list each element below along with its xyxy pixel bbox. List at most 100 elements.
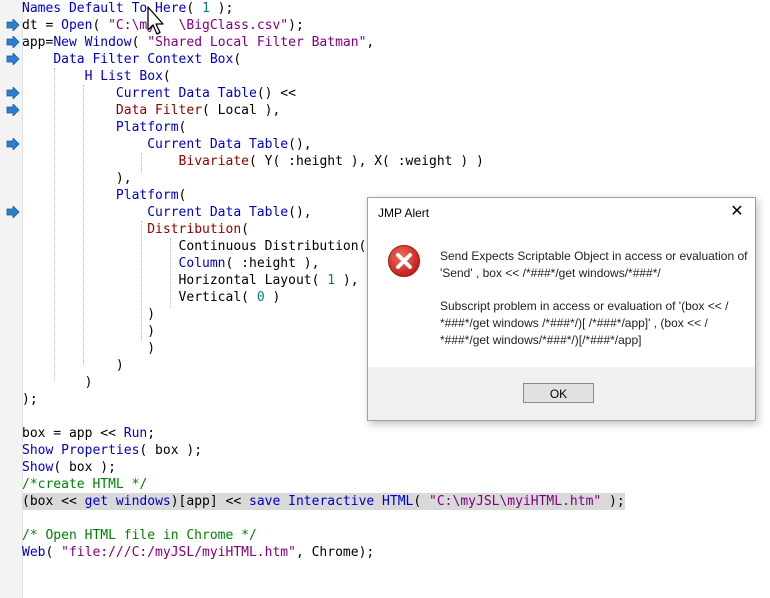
code-line[interactable]: ) bbox=[22, 306, 155, 323]
code-token: Vertical( bbox=[178, 290, 257, 305]
code-token: Current Data Table bbox=[147, 205, 289, 220]
code-line[interactable]: Current Data Table(), bbox=[22, 204, 312, 221]
code-token: app= bbox=[22, 35, 54, 50]
breakpoint-arrow-icon[interactable] bbox=[6, 36, 20, 48]
code-line[interactable]: Platform( bbox=[22, 187, 186, 204]
code-token: ) bbox=[264, 290, 281, 305]
code-token: ( bbox=[162, 69, 171, 84]
code-line[interactable]: Horizontal Layout( 1 ), bbox=[22, 272, 359, 289]
code-line[interactable]: ); bbox=[22, 391, 38, 408]
code-line[interactable]: Current Data Table(), bbox=[22, 136, 312, 153]
code-token: Data Filter bbox=[115, 103, 203, 118]
alert-message: Send Expects Scriptable Object in access… bbox=[440, 249, 748, 263]
code-token: Bivariate bbox=[178, 154, 249, 169]
code-token: Column bbox=[178, 256, 226, 271]
code-line[interactable]: (box << get windows)[app] << save Intera… bbox=[22, 493, 625, 510]
code-token: "C:\my \BigClass.csv" bbox=[108, 18, 289, 33]
code-token: ( bbox=[45, 545, 62, 560]
code-line[interactable]: Web( "file:///C:/myJSL/myiHTML.htm", Chr… bbox=[22, 544, 374, 561]
code-token: ( bbox=[233, 52, 242, 67]
code-line[interactable]: Names Default To Here( 1 ); bbox=[22, 0, 233, 17]
code-token: 0 bbox=[256, 290, 265, 305]
code-token: ( bbox=[241, 222, 249, 237]
code-line[interactable]: Show Properties( box ); bbox=[22, 442, 202, 459]
code-token: Current Data Table bbox=[115, 86, 257, 101]
breakpoint-arrow-icon[interactable] bbox=[6, 19, 20, 31]
code-token: dt = bbox=[22, 18, 62, 33]
jmp-alert-dialog[interactable]: JMP Alert ✕ Send Expects Scriptable Obje… bbox=[367, 197, 756, 421]
code-token: ( box ); bbox=[53, 460, 116, 475]
code-token: ( bbox=[131, 35, 148, 50]
code-line[interactable]: app=New Window( "Shared Local Filter Bat… bbox=[22, 34, 374, 51]
code-line[interactable]: ), bbox=[22, 170, 132, 187]
dialog-title: JMP Alert bbox=[378, 206, 430, 220]
code-token: New Window bbox=[53, 35, 132, 50]
code-token: ( Local ), bbox=[202, 103, 281, 118]
code-token: "file:///C:/myJSL/myiHTML.htm" bbox=[61, 545, 296, 560]
breakpoint-arrow-icon[interactable] bbox=[6, 53, 20, 65]
code-token: Data Filter Context Box bbox=[53, 52, 234, 67]
code-token: ( bbox=[178, 120, 187, 135]
code-token: Run bbox=[123, 426, 148, 441]
code-line[interactable]: /*create HTML */ bbox=[22, 476, 147, 493]
code-line[interactable]: H List Box( bbox=[22, 68, 171, 85]
code-token: 1 bbox=[202, 1, 210, 16]
code-token: ( :height ), bbox=[225, 256, 320, 271]
code-token: ) bbox=[22, 358, 124, 373]
code-line[interactable]: Show( box ); bbox=[22, 459, 116, 476]
code-line[interactable]: Data Filter( Local ), bbox=[22, 102, 280, 119]
code-token: Show bbox=[22, 460, 54, 475]
code-token: "C:\myJSL\myiHTML.htm" bbox=[429, 494, 602, 509]
code-token: Distribution bbox=[147, 222, 242, 237]
code-token: /* Open HTML file in Chrome */ bbox=[22, 528, 257, 543]
code-line[interactable]: box = app << Run; bbox=[22, 425, 155, 442]
code-line[interactable]: ) bbox=[22, 357, 124, 374]
code-token: Continuous Distribution( bbox=[178, 239, 367, 254]
code-line[interactable]: ) bbox=[22, 374, 93, 391]
code-line[interactable]: /* Open HTML file in Chrome */ bbox=[22, 527, 257, 544]
code-token: ); bbox=[22, 392, 38, 407]
code-line[interactable]: Data Filter Context Box( bbox=[22, 51, 241, 68]
code-line[interactable]: Continuous Distribution( bbox=[22, 238, 367, 255]
error-icon bbox=[388, 245, 420, 277]
code-line[interactable]: Vertical( 0 ) bbox=[22, 289, 281, 306]
code-token: )[app] << bbox=[170, 494, 249, 509]
breakpoint-arrow-icon[interactable] bbox=[6, 138, 20, 150]
code-token: save Interactive HTML bbox=[249, 494, 414, 509]
code-token: ), bbox=[335, 273, 359, 288]
code-line[interactable]: Bivariate( Y( :height ), X( :weight ) ) bbox=[22, 153, 484, 170]
code-token: ( bbox=[413, 494, 430, 509]
alert-message: *###*/get windows/*###*/)[/*###*/app] bbox=[440, 333, 642, 347]
code-token: () << bbox=[256, 86, 296, 101]
ok-button[interactable]: OK bbox=[523, 383, 594, 403]
alert-message: 'Send' , box << /*###*/get windows/*###*… bbox=[440, 266, 661, 280]
code-token: ); bbox=[288, 18, 304, 33]
code-token: ) bbox=[22, 375, 93, 390]
code-line[interactable]: Platform( bbox=[22, 119, 186, 136]
code-token: 1 bbox=[327, 273, 336, 288]
breakpoint-arrow-icon[interactable] bbox=[6, 87, 20, 99]
code-token: /*create HTML */ bbox=[22, 477, 148, 492]
breakpoint-arrow-icon[interactable] bbox=[6, 104, 20, 116]
code-line[interactable]: ) bbox=[22, 323, 155, 340]
code-line[interactable]: Column( :height ), bbox=[22, 255, 320, 272]
code-token: Web bbox=[22, 545, 46, 560]
code-token: Horizontal Layout( bbox=[178, 273, 328, 288]
code-line[interactable]: Distribution( bbox=[22, 221, 249, 238]
breakpoint-arrow-icon[interactable] bbox=[6, 206, 20, 218]
code-line[interactable]: Current Data Table() << bbox=[22, 85, 296, 102]
code-token: (), bbox=[288, 205, 312, 220]
close-icon[interactable]: ✕ bbox=[725, 202, 749, 222]
code-token: ); bbox=[209, 1, 234, 16]
code-line[interactable]: ) bbox=[22, 340, 155, 357]
code-token: ( bbox=[186, 1, 203, 16]
code-token: (), bbox=[288, 137, 312, 152]
